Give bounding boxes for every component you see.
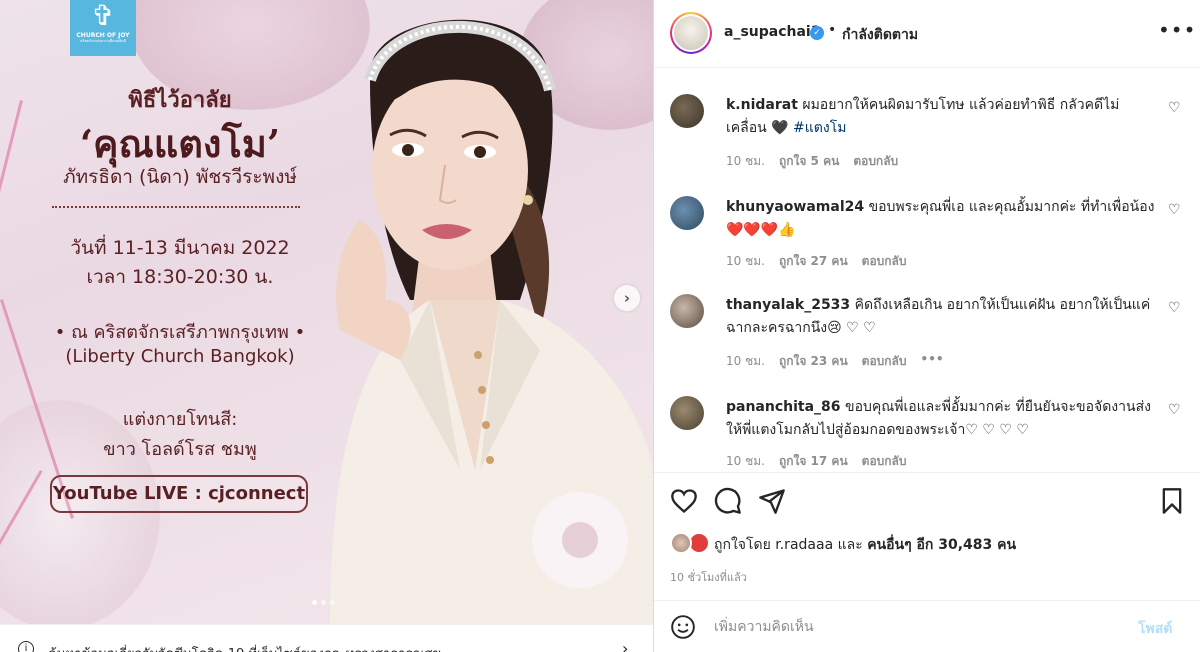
poster-date: วันที่ 11-13 มีนาคม 2022 [70, 237, 290, 259]
commenter-avatar[interactable] [670, 294, 704, 328]
separator-dot: • [828, 22, 837, 38]
covid-info-banner[interactable]: i ค้นหาข้อมูลเกี่ยวกับวัคซีนโควิด-19 ที่… [0, 624, 653, 652]
comment-body: thanyalak_2533 คิดถึงเหลือเกิน อยากให้เป… [726, 294, 1156, 340]
likes-conj: และ [837, 537, 863, 553]
liker-avatar[interactable] [670, 532, 692, 554]
comments-list[interactable]: k.nidarat ผมอยากให้คนผิดมารับโทษ แล้วค่อ… [654, 68, 1200, 472]
comment-text: ขอบพระคุณพี่เอ และคุณอั้มมากค่ะ ที่ทำเพื… [868, 199, 1155, 215]
poster-time: เวลา 18:30-20:30 น. [86, 266, 274, 288]
commenter-avatar[interactable] [670, 94, 704, 128]
comment-reply-button[interactable]: ตอบกลับ [862, 452, 907, 471]
cross-icon: ✞ [91, 0, 115, 32]
comment-emoji-line: ❤️❤️❤️👍 [726, 222, 796, 238]
comment-more-icon[interactable]: ••• [921, 352, 944, 371]
comment-input[interactable] [714, 615, 1114, 639]
comment-like-heart-icon[interactable]: ♡ [1168, 300, 1181, 316]
carousel-dot-active [312, 600, 317, 605]
likes-text: ถูกใจโดย r.radaaa และ คนอื่นๆ อีก 30,483… [714, 534, 1016, 556]
comment-hashtag[interactable]: #แตงโม [793, 120, 846, 136]
info-icon: i [18, 641, 34, 652]
likes-user[interactable]: r.radaaa [775, 537, 833, 553]
poster-venue-en: (Liberty Church Bangkok) [65, 346, 295, 367]
comment-likes-count[interactable]: ถูกใจ 23 คน [779, 352, 848, 371]
carousel-dot [330, 600, 335, 605]
comment-username[interactable]: thanyalak_2533 [726, 297, 850, 313]
comment-body: k.nidarat ผมอยากให้คนผิดมารับโทษ แล้วค่อ… [726, 94, 1156, 140]
comment-likes-count[interactable]: ถูกใจ 5 คน [779, 152, 839, 171]
comment-username[interactable]: khunyaowamal24 [726, 199, 864, 215]
likes-summary: ถูกใจโดย r.radaaa และ คนอื่นๆ อีก 30,483… [670, 530, 1190, 560]
comment-reply-button[interactable]: ตอบกลับ [853, 152, 898, 171]
chevron-right-icon: › [623, 289, 631, 307]
covid-info-text: ค้นหาข้อมูลเกี่ยวกับวัคซีนโควิด-19 ที่เว… [48, 643, 441, 652]
poster-title-small: พิธีไว้อาลัย [128, 88, 232, 113]
post-header: a_supachai1 ✓ • กำลังติดตาม ••• [654, 0, 1200, 68]
comment-meta: 10 ชม. ถูกใจ 27 คน ตอบกลับ [726, 252, 907, 271]
share-send-icon[interactable] [758, 487, 786, 515]
comment-body: khunyaowamal24 ขอบพระคุณพี่เอ และคุณอั้ม… [726, 196, 1156, 242]
likes-prefix: ถูกใจโดย [714, 537, 771, 553]
save-bookmark-icon[interactable] [1158, 487, 1186, 515]
comment-time: 10 ชม. [726, 154, 765, 168]
like-heart-icon[interactable] [670, 487, 698, 515]
more-options-icon[interactable]: ••• [1158, 18, 1196, 42]
author-avatar[interactable] [670, 12, 712, 54]
comment-time: 10 ชม. [726, 454, 765, 468]
add-comment-bar: โพสต์ [654, 600, 1200, 652]
poster-dress-colors: ขาว โอลด์โรส ชมพู [103, 439, 257, 460]
comment-username[interactable]: pananchita_86 [726, 399, 841, 415]
carousel-dots [312, 600, 335, 605]
emoji-icon[interactable] [670, 614, 696, 640]
comment-like-heart-icon[interactable]: ♡ [1168, 100, 1181, 116]
chevron-right-icon: › [622, 639, 629, 652]
comment-like-heart-icon[interactable]: ♡ [1168, 402, 1181, 418]
post-sidebar: a_supachai1 ✓ • กำลังติดตาม ••• k.nidara… [653, 0, 1200, 652]
verified-badge-icon: ✓ [810, 26, 824, 40]
comment-body: pananchita_86 ขอบคุณพี่เอและพี่อั้มมากค่… [726, 396, 1156, 442]
dotted-divider [52, 206, 300, 208]
commenter-avatar[interactable] [670, 396, 704, 430]
author-username[interactable]: a_supachai1 [724, 24, 820, 40]
poster-dress-label: แต่งกายโทนสี: [122, 409, 238, 430]
comment-meta: 10 ชม. ถูกใจ 23 คน ตอบกลับ ••• [726, 352, 944, 371]
comment-reply-button[interactable]: ตอบกลับ [862, 252, 907, 271]
comment-bubble-icon[interactable] [714, 487, 742, 515]
poster-venue-th: • ณ คริสตจักรเสรีภาพกรุงเทพ • [54, 322, 306, 343]
comment-likes-count[interactable]: ถูกใจ 27 คน [779, 252, 848, 271]
comment-reply-button[interactable]: ตอบกลับ [862, 352, 907, 371]
likes-others-count[interactable]: คนอื่นๆ อีก 30,483 คน [867, 537, 1016, 553]
post-comment-button[interactable]: โพสต์ [1138, 618, 1172, 640]
comment-time: 10 ชม. [726, 354, 765, 368]
comment-meta: 10 ชม. ถูกใจ 17 คน ตอบกลับ [726, 452, 907, 471]
post-actions-bar [654, 472, 1200, 532]
following-button[interactable]: กำลังติดตาม [842, 24, 918, 46]
comment-likes-count[interactable]: ถูกใจ 17 คน [779, 452, 848, 471]
comment-like-heart-icon[interactable]: ♡ [1168, 202, 1181, 218]
youtube-live-badge: YouTube LIVE : cjconnect [50, 475, 308, 513]
carousel-next-button[interactable]: › [614, 285, 640, 311]
church-logo: ✞ CHURCH OF JOY คริสตจักรแห่งความชื่นชมย… [70, 0, 136, 56]
poster-full-name: ภัทรธิดา (นิดา) พัชรวีระพงษ์ [63, 166, 297, 188]
post-time-ago[interactable]: 10 ชั่วโมงที่แล้ว [670, 568, 747, 586]
logo-text: CHURCH OF JOY [76, 32, 130, 39]
comment-time: 10 ชม. [726, 254, 765, 268]
post-image[interactable]: ✞ CHURCH OF JOY คริสตจักรแห่งความชื่นชมย… [0, 0, 653, 624]
carousel-dot [321, 600, 326, 605]
logo-subtext: คริสตจักรแห่งความชื่นชมยินดี [80, 39, 126, 43]
commenter-avatar[interactable] [670, 196, 704, 230]
comment-meta: 10 ชม. ถูกใจ 5 คน ตอบกลับ [726, 152, 898, 171]
comment-username[interactable]: k.nidarat [726, 97, 798, 113]
